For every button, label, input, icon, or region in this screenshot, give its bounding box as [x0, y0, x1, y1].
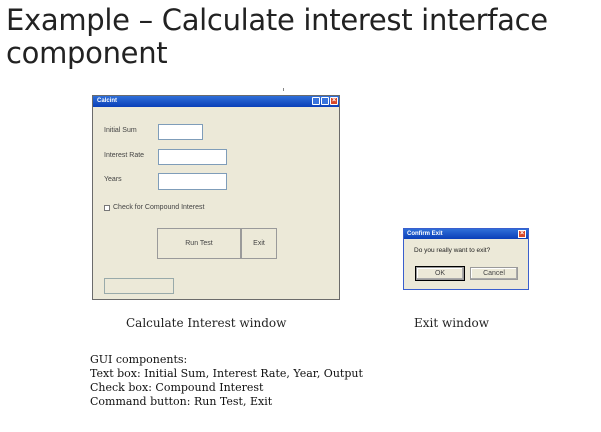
compound-interest-label: Check for Compound Interest	[113, 204, 205, 211]
notes-command-button: Command button: Run Test, Exit	[90, 395, 273, 408]
output-field[interactable]	[104, 278, 174, 294]
close-icon[interactable]: ×	[518, 230, 526, 238]
divider-mark	[283, 88, 284, 91]
window-titlebar: Calcint ×	[93, 96, 339, 107]
notes-heading: GUI components:	[90, 353, 188, 366]
gui-components-notes: GUI components: Text box: Initial Sum, I…	[90, 353, 550, 409]
window-title: Calcint	[97, 98, 118, 104]
interest-rate-input[interactable]	[158, 149, 227, 165]
exit-window-caption: Exit window	[414, 316, 490, 330]
years-label: Years	[104, 176, 122, 183]
initial-sum-label: Initial Sum	[104, 127, 137, 134]
close-icon[interactable]: ×	[330, 97, 338, 105]
slide-title: Example – Calculate interest interface c…	[6, 3, 548, 70]
interest-rate-label: Interest Rate	[104, 152, 145, 159]
help-icon[interactable]	[312, 97, 320, 105]
initial-sum-input[interactable]	[158, 124, 203, 140]
window-controls: ×	[312, 97, 338, 105]
ok-button[interactable]: OK	[415, 266, 465, 281]
minimize-icon[interactable]	[321, 97, 329, 105]
run-test-button[interactable]: Run Test	[157, 228, 241, 259]
notes-check-box: Check box: Compound Interest	[90, 381, 264, 394]
exit-window-title: Confirm Exit	[407, 231, 443, 237]
years-input[interactable]	[158, 173, 227, 190]
calculate-interest-window: Calcint × Initial Sum Interest Rate Year…	[92, 95, 340, 300]
notes-text-box: Text box: Initial Sum, Interest Rate, Ye…	[90, 367, 363, 380]
exit-message: Do you really want to exit?	[414, 247, 491, 254]
exit-button[interactable]: Exit	[241, 228, 277, 259]
compound-interest-checkbox[interactable]	[104, 205, 110, 211]
exit-window: Confirm Exit × Do you really want to exi…	[403, 228, 529, 290]
cancel-button[interactable]: Cancel	[470, 267, 518, 280]
exit-window-titlebar: Confirm Exit ×	[404, 229, 528, 239]
calculate-window-caption: Calculate Interest window	[126, 316, 287, 330]
